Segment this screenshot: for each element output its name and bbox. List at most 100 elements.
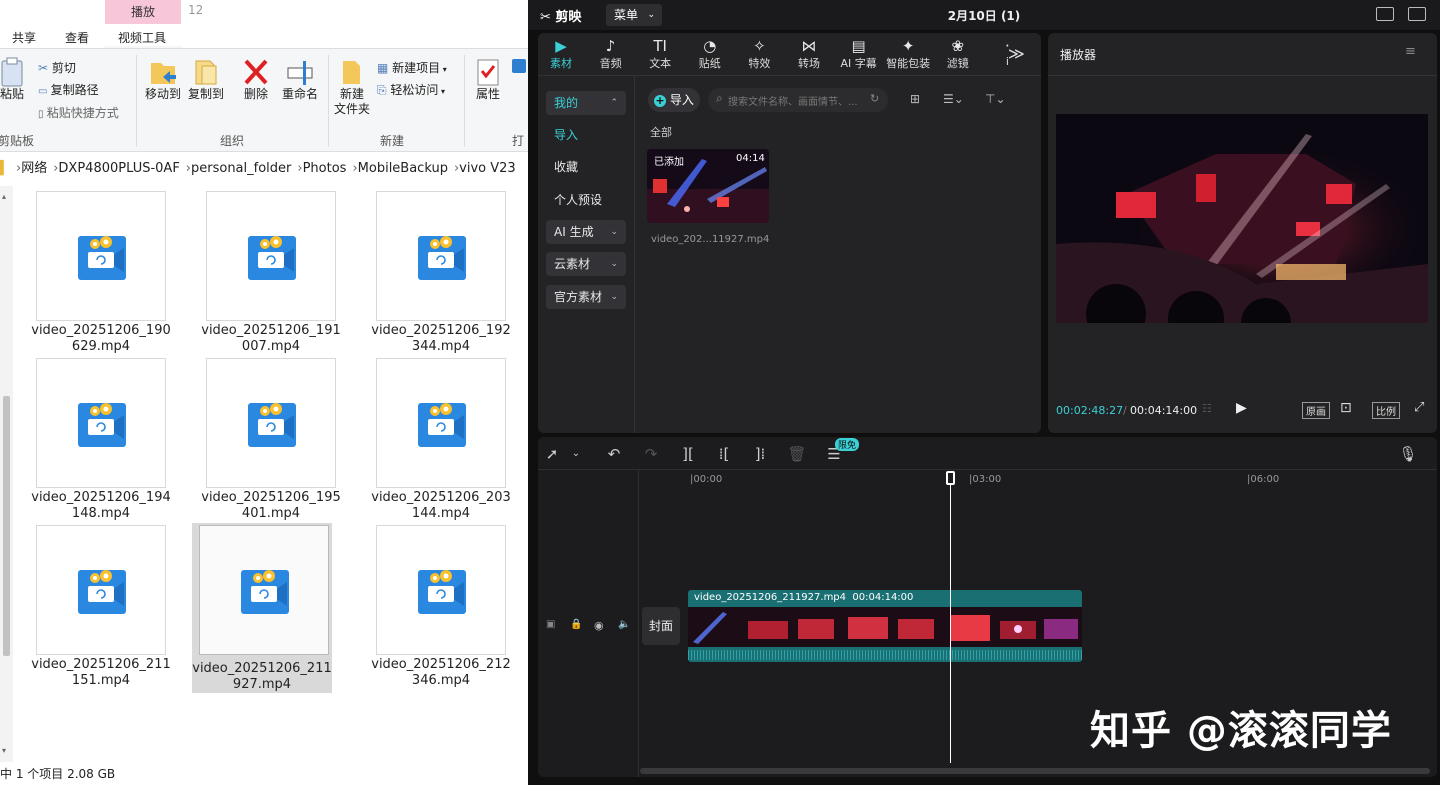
layout-icon[interactable]: [1408, 7, 1426, 21]
more-tools-icon[interactable]: ≫: [1008, 44, 1025, 63]
clip-added-badge: 已添加: [654, 157, 684, 168]
frame-step-icon[interactable]: ☷: [1202, 402, 1212, 415]
tool-smart-pack[interactable]: ✦ 智能包装: [885, 37, 931, 71]
eye-icon[interactable]: ◉: [594, 619, 604, 632]
filter-all[interactable]: 全部: [650, 124, 672, 140]
import-button[interactable]: + 导入: [648, 88, 700, 112]
chevron-down-icon[interactable]: ⌄: [566, 444, 586, 464]
new-item-button[interactable]: ▦ 新建项目 ▾: [377, 59, 447, 76]
lock-icon[interactable]: 🔒: [570, 619, 582, 630]
file-tile[interactable]: video_20251206_203 144.mp4: [369, 353, 511, 521]
move-to-button[interactable]: 移动到: [142, 57, 184, 102]
paste-shortcut-button[interactable]: ▯ 粘贴快捷方式: [38, 104, 119, 121]
copy-to-button[interactable]: 复制到: [185, 57, 227, 102]
tool-transition[interactable]: ⋈ 转场: [786, 37, 832, 71]
tab-video-tools[interactable]: 视频工具: [118, 29, 166, 46]
file-tile[interactable]: video_20251206_191 007.mp4: [199, 186, 341, 354]
fullscreen-icon[interactable]: ⤢: [1414, 400, 1424, 415]
vertical-scrollbar[interactable]: ▴ ▾: [0, 186, 13, 762]
file-tile[interactable]: video_20251206_211 927.mp4: [192, 523, 332, 693]
paste-shortcut-icon: ▯: [38, 109, 47, 120]
file-tile[interactable]: video_20251206_212 346.mp4: [369, 520, 511, 688]
tab-view[interactable]: 查看: [65, 29, 89, 46]
tab-share[interactable]: 共享: [12, 29, 36, 46]
delete-icon[interactable]: 🗑: [787, 444, 807, 464]
grid-view-icon[interactable]: ⊞: [910, 92, 920, 106]
breadcrumb-mobilebackup[interactable]: MobileBackup: [358, 161, 448, 176]
undo-icon[interactable]: ↶: [604, 444, 624, 464]
file-tile[interactable]: video_20251206_190 629.mp4: [29, 186, 171, 354]
trim-right-icon[interactable]: ]⁞: [750, 444, 770, 464]
tool-ai-caption[interactable]: ▤ AI 字幕: [836, 37, 882, 71]
file-tile[interactable]: video_20251206_194 148.mp4: [29, 353, 171, 521]
split-icon[interactable]: ][: [678, 444, 698, 464]
shortcut-icon[interactable]: [1376, 7, 1394, 21]
timeline-scrollbar[interactable]: [640, 768, 1430, 774]
tool-sticker[interactable]: ◔ 贴纸: [687, 37, 733, 71]
sort-icon[interactable]: ☰⌄: [943, 92, 964, 106]
search-input[interactable]: ⌕ 搜索文件名称、画面情节、... ↻: [708, 88, 888, 112]
filter-icon[interactable]: ⊤⌄: [985, 92, 1006, 106]
scroll-down-icon[interactable]: ▾: [2, 746, 6, 755]
copy-path-label: 复制路径: [50, 83, 99, 97]
fit-screen-icon[interactable]: ⊡: [1340, 400, 1352, 416]
open-icon[interactable]: [512, 59, 526, 73]
file-tile[interactable]: video_20251206_195 401.mp4: [199, 353, 341, 521]
file-tile[interactable]: video_20251206_192 344.mp4: [369, 186, 511, 354]
hamburger-menu-icon[interactable]: ≡: [1405, 44, 1416, 59]
file-tile[interactable]: video_20251206_211 151.mp4: [29, 520, 171, 688]
new-item-label: 新建项目: [392, 61, 441, 75]
cut-button[interactable]: ✂ 剪切: [38, 59, 76, 76]
scroll-up-icon[interactable]: ▴: [2, 192, 6, 201]
tool-media[interactable]: ▶ 素材: [538, 37, 584, 71]
ratio-button[interactable]: 比例: [1372, 402, 1400, 419]
scrollbar-thumb[interactable]: [3, 396, 10, 656]
delete-button[interactable]: 删除: [238, 57, 274, 102]
sidebar-mine[interactable]: 我的 ⌃: [546, 91, 626, 115]
copy-path-button[interactable]: ▭ 复制路径: [38, 81, 99, 98]
original-quality-button[interactable]: 原画: [1302, 402, 1330, 419]
tab-play-context[interactable]: 播放: [105, 0, 181, 24]
cover-button[interactable]: 封面: [642, 607, 680, 645]
copy-to-label: 复制到: [187, 87, 224, 101]
breadcrumb-network[interactable]: 网络: [21, 161, 47, 176]
rename-button[interactable]: 重命名: [278, 57, 322, 102]
trim-left-icon[interactable]: ⁞[: [714, 444, 734, 464]
timeline-clip[interactable]: video_20251206_211927.mp4 00:04:14:00: [688, 590, 1082, 662]
media-clip-thumbnail[interactable]: 已添加 04:14: [647, 149, 769, 223]
select-tool-icon[interactable]: ➚: [542, 444, 562, 464]
new-folder-label-1: 新建: [339, 87, 364, 101]
sidebar-official[interactable]: 官方素材 ⌄: [546, 285, 626, 309]
paste-button[interactable]: 粘贴: [0, 57, 30, 102]
easy-access-button[interactable]: ⎘ 轻松访问 ▾: [377, 81, 445, 98]
tool-audio[interactable]: ♪ 音频: [588, 37, 634, 71]
speaker-icon[interactable]: 🔈: [618, 619, 630, 630]
play-button[interactable]: ▶: [1236, 400, 1247, 416]
tool-effects[interactable]: ✧ 特效: [736, 37, 782, 71]
refresh-icon[interactable]: ↻: [870, 92, 879, 105]
microphone-icon[interactable]: 🎙: [1398, 444, 1418, 464]
breadcrumb-nas[interactable]: DXP4800PLUS-0AF: [58, 161, 179, 176]
sidebar-presets[interactable]: 个人预设: [546, 188, 626, 212]
tool-text[interactable]: TI 文本: [637, 37, 683, 71]
properties-button[interactable]: 属性: [470, 57, 506, 102]
playhead-line[interactable]: [950, 471, 951, 763]
sidebar-import[interactable]: 导入: [546, 123, 626, 147]
player-current-time: 00:02:48:27: [1056, 404, 1124, 417]
video-file-icon: [248, 403, 296, 447]
sidebar-ai-generate[interactable]: AI 生成 ⌄: [546, 220, 626, 244]
breadcrumb-photos[interactable]: Photos: [303, 161, 347, 176]
playhead-handle[interactable]: [946, 471, 955, 485]
breadcrumb-personal-folder[interactable]: personal_folder: [191, 161, 291, 176]
redo-icon[interactable]: ↷: [641, 444, 661, 464]
new-folder-button[interactable]: 新建 文件夹: [330, 57, 374, 117]
video-preview[interactable]: [1056, 114, 1428, 323]
sidebar-cloud[interactable]: 云素材 ⌄: [546, 252, 626, 276]
address-bar[interactable]: ▍ ›网络 ›DXP4800PLUS-0AF ›personal_folder ›Pho…: [0, 156, 528, 182]
ribbon-separator: [136, 55, 137, 147]
sidebar-favorites[interactable]: 收藏: [546, 155, 626, 179]
status-bar: 中 1 个项目 2.08 GB: [0, 763, 528, 785]
tool-filter[interactable]: ❀ 滤镜: [935, 37, 981, 71]
sidebar-presets-label: 个人预设: [554, 193, 603, 207]
breadcrumb-vivo[interactable]: vivo V23: [459, 161, 516, 176]
